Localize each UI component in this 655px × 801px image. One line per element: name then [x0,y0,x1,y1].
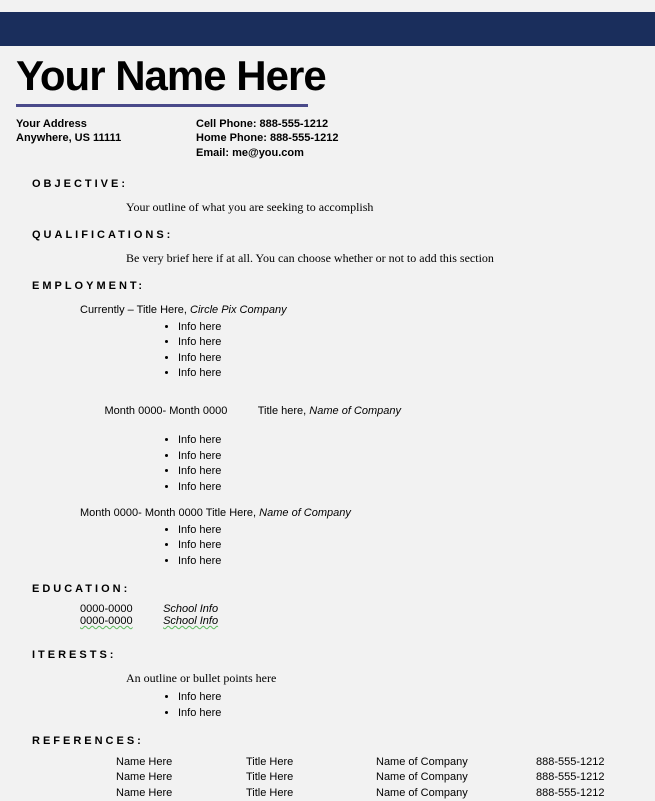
interests-text: An outline or bullet points here [16,671,639,686]
address-line-1: Your Address [16,117,146,131]
cell-phone: Cell Phone: 888-555-1212 [196,117,338,131]
edu-dates-2: 0000-0000 [80,615,160,627]
reference-row-1: Name Here Title Here Name of Company 888… [116,755,639,770]
job-line-2: Month 0000- Month 0000 Title here, [104,405,309,417]
email: Email: me@you.com [196,146,338,160]
job-company-3: Name of Company [259,507,351,519]
job-entry-3: Month 0000- Month 0000 Title Here, Name … [16,507,639,519]
edu-school-2: School Info [163,615,218,627]
interests-heading: ITERESTS: [16,649,639,661]
employment-section: EMPLOYMENT: Currently – Title Here, Circ… [16,280,639,569]
job-bullets-3: Info here Info here Info here [16,523,639,569]
interests-section: ITERESTS: An outline or bullet points he… [16,649,639,721]
objective-section: OBJECTIVE: Your outline of what you are … [16,178,639,215]
resume-page: Your Name Here Your Address Anywhere, US… [0,12,655,787]
ref-phone: 888-555-1212 [536,755,636,770]
address-line-2: Anywhere, US 11111 [16,131,146,145]
education-row-1: 0000-0000 School Info [16,603,639,615]
ref-name: Name Here [116,770,246,785]
job-company-2: Name of Company [309,405,401,417]
bullet: Info here [178,538,639,553]
ref-title: Title Here [246,770,376,785]
resume-content: Your Name Here Your Address Anywhere, US… [0,52,655,801]
qualifications-text: Be very brief here if at all. You can ch… [16,251,639,266]
reference-row-2: Name Here Title Here Name of Company 888… [116,770,639,785]
contact-column: Cell Phone: 888-555-1212 Home Phone: 888… [196,117,338,160]
ref-title: Title Here [246,786,376,801]
job-entry-2: Month 0000- Month 0000 Title here, Name … [16,393,639,429]
bullet: Info here [178,554,639,569]
name-heading: Your Name Here [16,52,639,100]
ref-name: Name Here [116,786,246,801]
ref-company: Name of Company [376,755,536,770]
qualifications-heading: QUALIFICATIONS: [16,229,639,241]
bullet: Info here [178,464,639,479]
bullet: Info here [178,706,639,721]
bullet: Info here [178,351,639,366]
edu-school-1: School Info [163,603,218,615]
references-heading: REFERENCES: [16,735,639,747]
bullet: Info here [178,366,639,381]
job-company-1: Circle Pix Company [190,304,287,316]
ref-company: Name of Company [376,786,536,801]
job-line-3: Month 0000- Month 0000 Title Here, [80,507,259,519]
bullet: Info here [178,320,639,335]
bullet: Info here [178,523,639,538]
home-phone: Home Phone: 888-555-1212 [196,131,338,145]
interests-bullets: Info here Info here [16,690,639,721]
name-underline [16,104,308,107]
bullet: Info here [178,690,639,705]
job-entry-1: Currently – Title Here, Circle Pix Compa… [16,304,639,316]
references-section: REFERENCES: Name Here Title Here Name of… [16,735,639,801]
bullet: Info here [178,433,639,448]
education-heading: EDUCATION: [16,583,639,595]
top-accent-bar [0,12,655,46]
bullet: Info here [178,480,639,495]
objective-heading: OBJECTIVE: [16,178,639,190]
ref-phone: 888-555-1212 [536,770,636,785]
references-table: Name Here Title Here Name of Company 888… [16,755,639,801]
ref-phone: 888-555-1212 [536,786,636,801]
job-bullets-1: Info here Info here Info here Info here [16,320,639,382]
qualifications-section: QUALIFICATIONS: Be very brief here if at… [16,229,639,266]
objective-text: Your outline of what you are seeking to … [16,200,639,215]
employment-heading: EMPLOYMENT: [16,280,639,292]
ref-title: Title Here [246,755,376,770]
ref-name: Name Here [116,755,246,770]
address-column: Your Address Anywhere, US 11111 [16,117,146,160]
reference-row-3: Name Here Title Here Name of Company 888… [116,786,639,801]
header-info-row: Your Address Anywhere, US 11111 Cell Pho… [16,117,639,160]
bullet: Info here [178,335,639,350]
education-section: EDUCATION: 0000-0000 School Info 0000-00… [16,583,639,627]
ref-company: Name of Company [376,770,536,785]
edu-dates-1: 0000-0000 [80,603,160,615]
job-line-1: Currently – Title Here, [80,304,190,316]
job-bullets-2: Info here Info here Info here Info here [16,433,639,495]
education-row-2: 0000-0000 School Info [16,615,639,627]
bullet: Info here [178,449,639,464]
